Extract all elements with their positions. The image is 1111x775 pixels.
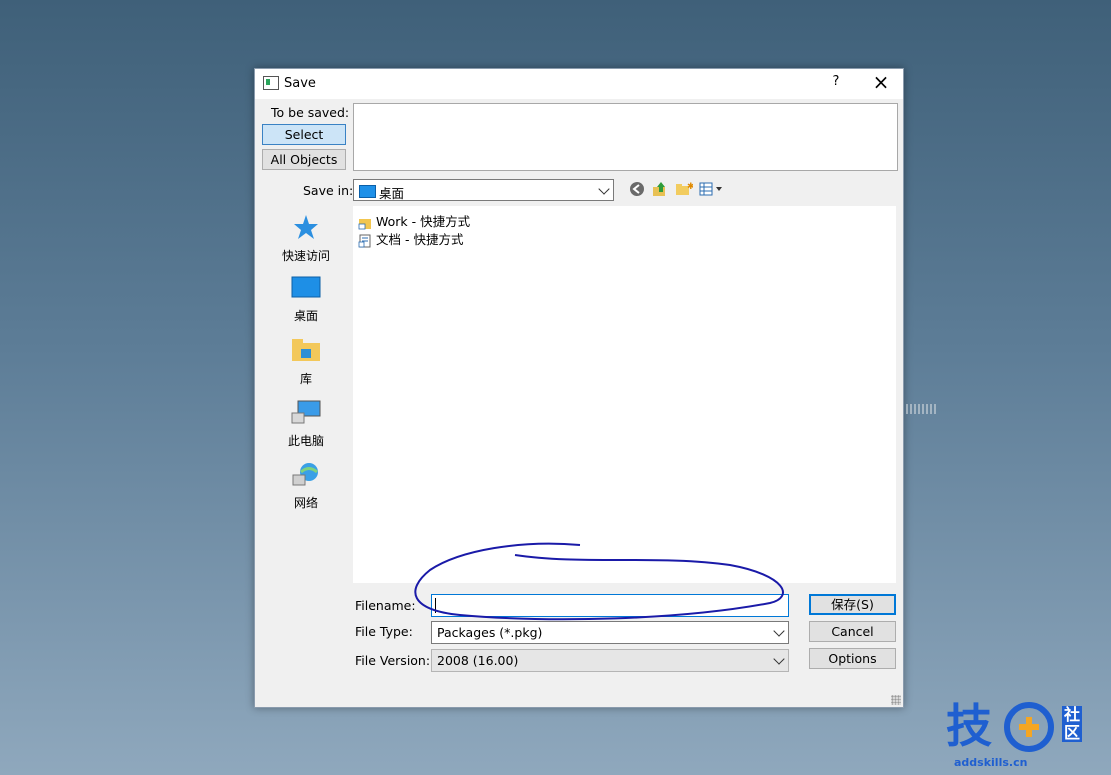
- folder-shortcut-icon: [358, 218, 371, 229]
- logo-url: addskills.cn: [954, 756, 1028, 769]
- computer-icon: [291, 400, 321, 424]
- title-bar: Save ? ×: [255, 69, 903, 99]
- file-name: 文档 - 快捷方式: [376, 232, 464, 247]
- list-item[interactable]: 文档 - 快捷方式: [358, 229, 463, 247]
- place-library[interactable]: 库: [261, 337, 351, 387]
- file-name: Work - 快捷方式: [376, 214, 471, 229]
- network-icon: [292, 463, 318, 486]
- new-folder-icon[interactable]: ✱: [675, 181, 695, 200]
- save-in-dropdown[interactable]: 桌面: [353, 179, 614, 201]
- place-desktop[interactable]: 桌面: [261, 276, 351, 324]
- fileversion-label: File Version:: [355, 653, 431, 668]
- cancel-button[interactable]: Cancel: [809, 621, 896, 642]
- back-icon[interactable]: [629, 181, 645, 200]
- help-button[interactable]: ?: [827, 74, 845, 92]
- plus-icon: [1004, 702, 1054, 752]
- filetype-value: Packages (*.pkg): [437, 625, 543, 640]
- watermark-logo: 技 社区 addskills.cn: [946, 696, 1082, 769]
- view-menu-icon[interactable]: [699, 181, 727, 200]
- library-icon: [292, 339, 320, 361]
- list-item[interactable]: Work - 快捷方式: [358, 211, 470, 229]
- place-label: 快速访问: [281, 249, 330, 263]
- save-in-value: 桌面: [379, 186, 405, 201]
- resize-grip[interactable]: [891, 695, 901, 705]
- logo-brand: 技: [946, 699, 992, 753]
- star-icon: [294, 215, 318, 239]
- desktop-icon: [291, 276, 321, 298]
- desktop-artifact: [906, 404, 936, 414]
- place-this-pc[interactable]: 此电脑: [261, 399, 351, 449]
- chevron-down-icon: [773, 625, 785, 637]
- to-be-saved-label: To be saved:: [271, 105, 350, 120]
- place-network[interactable]: 网络: [261, 461, 351, 511]
- places-bar: 快速访问 桌面 库 此电脑 网络: [261, 206, 351, 686]
- up-folder-icon[interactable]: [652, 181, 668, 200]
- place-label: 库: [299, 372, 312, 386]
- file-list[interactable]: Work - 快捷方式 文档 - 快捷方式: [353, 206, 896, 583]
- fileversion-dropdown[interactable]: 2008 (16.00): [431, 649, 789, 672]
- preview-box: [353, 103, 898, 171]
- desktop-icon: [359, 185, 376, 198]
- place-label: 网络: [293, 496, 318, 510]
- filetype-label: File Type:: [355, 624, 413, 639]
- select-button[interactable]: Select: [262, 124, 346, 145]
- all-objects-button[interactable]: All Objects: [262, 149, 346, 170]
- save-in-label: Save in:: [303, 183, 354, 198]
- save-button[interactable]: 保存(S): [809, 594, 896, 615]
- chevron-down-icon: [773, 653, 785, 665]
- close-button[interactable]: ×: [867, 71, 895, 95]
- place-quick-access[interactable]: 快速访问: [261, 214, 351, 264]
- svg-text:✱: ✱: [687, 182, 693, 192]
- document-shortcut-icon: [358, 234, 371, 247]
- window-title: Save: [284, 76, 316, 91]
- place-label: 此电脑: [287, 434, 324, 448]
- hand-drawn-annotation: [414, 542, 784, 621]
- fileversion-value: 2008 (16.00): [437, 653, 519, 668]
- app-icon: [263, 76, 279, 90]
- chevron-down-icon: [598, 183, 610, 195]
- place-label: 桌面: [293, 309, 318, 323]
- options-button[interactable]: Options: [809, 648, 896, 669]
- logo-side-text: 社区: [1062, 705, 1082, 742]
